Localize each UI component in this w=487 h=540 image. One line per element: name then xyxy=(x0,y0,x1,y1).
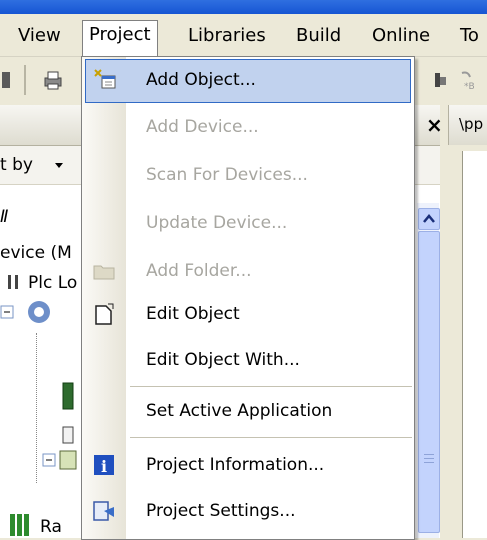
svg-text:i: i xyxy=(101,457,107,476)
menu-item-label: Set Active Application xyxy=(146,401,333,421)
menu-item-label: Update Device... xyxy=(146,213,288,233)
expand-minus-icon[interactable] xyxy=(0,301,22,323)
right-tab-header: \pp xyxy=(448,105,487,145)
menu-item-edit-object-with[interactable]: Edit Object With... xyxy=(82,340,414,382)
project-menu-dropdown: Add Object... Add Device... Scan For Dev… xyxy=(81,56,415,540)
chevron-up-icon xyxy=(423,214,435,223)
info-icon: i xyxy=(94,455,114,476)
add-object-icon xyxy=(94,69,116,89)
toolbar-tool-icon[interactable] xyxy=(430,69,452,91)
menu-item-label: Project Information... xyxy=(146,455,325,475)
scroll-thumb[interactable] xyxy=(418,231,440,533)
tree-root-label: Ⅱ xyxy=(0,207,9,227)
project-settings-icon xyxy=(93,501,114,521)
menu-separator xyxy=(130,437,412,438)
menu-tools[interactable]: To xyxy=(454,22,485,50)
expand-minus-icon[interactable] xyxy=(42,449,78,471)
plc-logic-icon xyxy=(8,275,18,289)
menu-project[interactable]: Project xyxy=(82,20,158,57)
menu-item-project-information[interactable]: i Project Information... xyxy=(82,445,414,487)
right-editor-area: \pp xyxy=(448,105,487,538)
edit-object-icon xyxy=(95,303,114,325)
scroll-up-button[interactable] xyxy=(418,208,440,230)
svg-text:*B: *B xyxy=(464,82,475,91)
rack-icon xyxy=(10,514,29,536)
menu-item-label: Edit Object xyxy=(146,304,240,324)
menu-item-add-device[interactable]: Add Device... xyxy=(82,107,414,149)
tree-plc-logic-label[interactable]: Plc Lo xyxy=(28,273,77,293)
tree-node-icon xyxy=(62,382,74,410)
menu-online[interactable]: Online xyxy=(366,22,436,50)
right-tab-label[interactable]: \pp xyxy=(459,115,483,133)
menu-item-set-active-application[interactable]: Set Active Application xyxy=(82,391,414,433)
toolbar-separator xyxy=(24,65,26,95)
menu-item-scan-for-devices[interactable]: Scan For Devices... xyxy=(82,155,414,197)
menu-bar: View Project Libraries Build Online To xyxy=(0,14,487,57)
close-panel-button[interactable]: × xyxy=(426,113,443,137)
menu-item-project-settings[interactable]: Project Settings... xyxy=(82,491,414,533)
menu-item-label: Scan For Devices... xyxy=(146,165,308,185)
toolbar-grip-icon xyxy=(2,72,10,88)
menu-item-label: Add Folder... xyxy=(146,261,252,281)
chevron-down-icon xyxy=(55,163,63,168)
menu-item-update-device[interactable]: Update Device... xyxy=(82,203,414,245)
window-title-bar xyxy=(0,0,487,14)
menu-item-add-folder[interactable]: Add Folder... xyxy=(82,251,414,293)
tree-line xyxy=(36,333,38,483)
menu-item-add-object[interactable]: Add Object... xyxy=(85,59,411,103)
menu-build[interactable]: Build xyxy=(290,22,347,50)
tree-device-label[interactable]: evice (M xyxy=(0,243,72,263)
tree-rack-label[interactable]: Ra xyxy=(40,517,62,537)
menu-item-label: Add Object... xyxy=(146,70,256,90)
tree-node-icon xyxy=(62,426,74,444)
menu-item-label: Edit Object With... xyxy=(146,350,300,370)
menu-separator xyxy=(130,386,412,387)
toolbar-step-icon[interactable]: *B xyxy=(458,69,480,91)
menu-view[interactable]: View xyxy=(12,22,67,50)
menu-item-label: Project Settings... xyxy=(146,501,296,521)
menu-libraries[interactable]: Libraries xyxy=(182,22,272,50)
application-gear-icon[interactable] xyxy=(24,297,54,327)
sort-by-dropdown[interactable]: t by xyxy=(0,155,33,175)
right-editor-pane xyxy=(462,151,487,538)
menu-item-edit-object[interactable]: Edit Object xyxy=(82,294,414,336)
menu-item-label: Add Device... xyxy=(146,117,259,137)
print-icon[interactable] xyxy=(42,69,64,91)
folder-icon xyxy=(93,265,115,280)
